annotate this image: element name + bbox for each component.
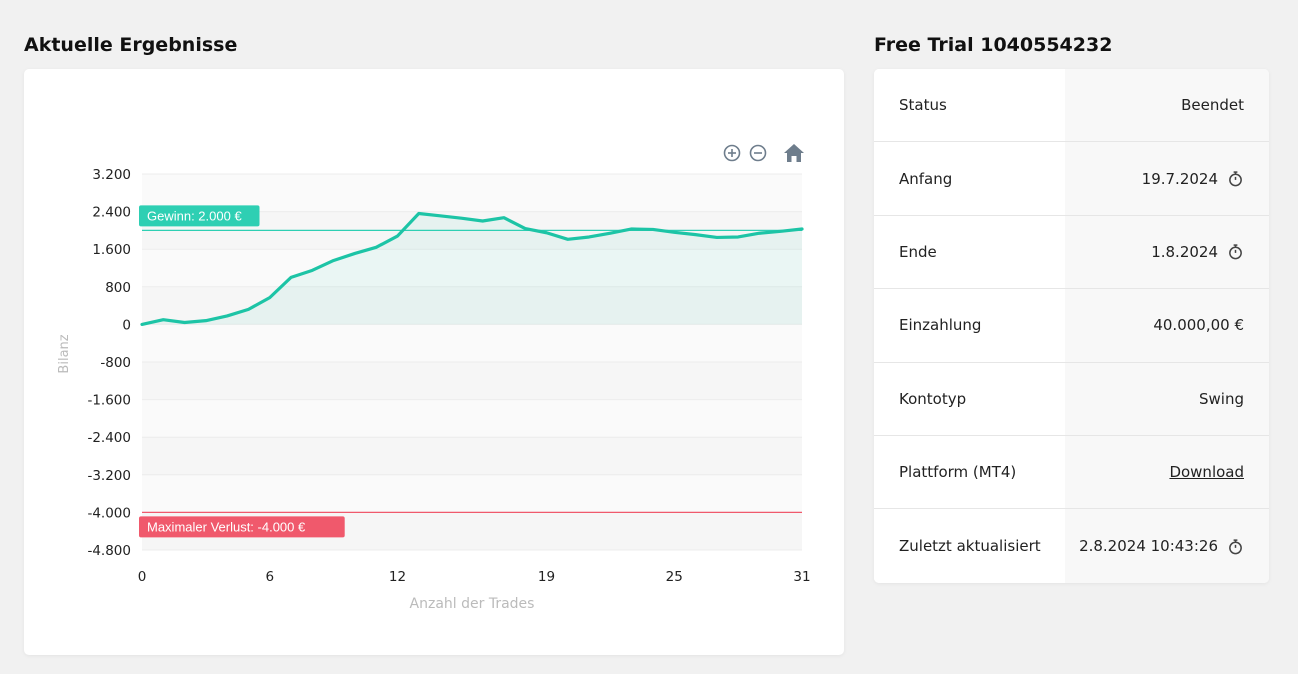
account-title: Free Trial 1040554232 [874,34,1113,56]
info-label-kontotyp: Kontotyp [874,362,1065,435]
annotation-label: Maximaler Verlust: -4.000 € [147,519,306,534]
info-label-status: Status [874,69,1065,142]
info-value-cell: Beendet [1065,69,1269,142]
info-row: Einzahlung 40.000,00 € [874,289,1269,363]
balance-chart: 3.200 2.400 1.600 800 0 -800 -1.600 -2.400 -3.20… [57,167,811,612]
data-point [140,323,143,326]
y-tick-label: -2.400 [87,430,131,446]
data-point [332,259,335,262]
data-point [396,234,399,237]
info-value-zuletzt-aktualisiert: 2.8.2024 10:43:26 [1079,537,1218,556]
y-tick-label: 0 [122,317,131,333]
info-label-zuletzt-aktualisiert: Zuletzt aktualisiert [874,509,1065,583]
data-point [375,246,378,249]
timer-icon [1229,171,1242,187]
data-point [800,227,803,230]
data-point [715,236,718,239]
x-tick-label: 6 [265,569,274,585]
data-point [353,252,356,255]
y-tick-label: -800 [100,355,131,371]
data-point [268,296,271,299]
account-info-table: Status Beendet Anfang 19.7.2024 Ende 1.8.2024… [874,69,1269,583]
info-value-kontotyp: Swing [1199,389,1244,408]
data-point [630,227,633,230]
info-label-ende: Ende [874,215,1065,289]
info-label-anfang: Anfang [874,142,1065,215]
data-point [438,214,441,217]
zoom-in-icon[interactable] [722,143,742,163]
plot-band [142,362,802,400]
info-row: Ende 1.8.2024 [874,215,1269,290]
zoom-out-icon[interactable] [748,143,768,163]
data-point [566,238,569,241]
data-point [247,308,250,311]
timer-icon [1229,538,1242,554]
y-tick-label: -1.600 [87,393,131,409]
chart-toolbar [722,142,806,164]
data-point [779,230,782,233]
data-point [481,219,484,222]
data-point [162,318,165,321]
y-tick-label: 800 [105,280,131,296]
x-tick-label: 19 [538,569,555,585]
y-tick-label: -4.000 [87,505,131,521]
info-value-cell: 2.8.2024 10:43:26 [1065,509,1269,583]
plot-band [142,474,802,513]
data-point [651,228,654,231]
data-point [417,212,420,215]
data-point [737,235,740,238]
y-tick-label: 1.600 [92,242,131,258]
info-row: Plattform (MT4) Download [874,435,1269,510]
data-point [502,216,505,219]
info-value-status: Beendet [1181,96,1244,115]
info-value-anfang: 19.7.2024 [1141,169,1218,188]
y-tick-label: -4.800 [87,543,131,559]
info-row: Zuletzt aktualisiert 2.8.2024 10:43:26 [874,509,1269,583]
data-point [673,231,676,234]
data-point [311,269,314,272]
data-point [204,319,207,322]
data-point [524,227,527,230]
info-value-ende: 1.8.2024 [1151,242,1218,261]
x-tick-label: 0 [138,569,147,585]
x-tick-label: 12 [389,569,406,585]
data-point [545,231,548,234]
data-point [226,314,229,317]
info-value-cell: 1.8.2024 [1065,215,1269,289]
x-tick-label: 31 [793,569,810,585]
data-point [183,321,186,324]
plot-band [142,399,802,438]
x-axis-label: Anzahl der Trades [410,596,535,612]
info-value-cell: 19.7.2024 [1065,142,1269,215]
info-row: Kontotyp Swing [874,362,1269,436]
data-point [460,217,463,220]
results-title: Aktuelle Ergebnisse [24,34,238,56]
data-point [758,232,761,235]
data-point [609,232,612,235]
timer-icon [1229,244,1242,260]
home-icon[interactable] [782,143,806,163]
y-tick-label: 2.400 [92,205,131,221]
y-axis-label: Bilanz [57,334,72,373]
y-tick-label: 3.200 [92,167,131,183]
info-value-cell: Download [1065,435,1269,509]
data-point [694,233,697,236]
data-point [289,276,292,279]
info-row: Anfang 19.7.2024 [874,142,1269,216]
info-row: Status Beendet [874,69,1269,143]
info-label-plattform-mt4: Plattform (MT4) [874,435,1065,509]
chart-card: 3.200 2.400 1.600 800 0 -800 -1.600 -2.400 -3.20… [24,69,844,655]
y-tick-label: -3.200 [87,468,131,484]
info-value-cell: Swing [1065,362,1269,435]
info-label-einzahlung: Einzahlung [874,289,1065,362]
info-value-einzahlung: 40.000,00 € [1153,316,1244,335]
plot-band [142,437,802,475]
annotation-label: Gewinn: 2.000 € [147,208,242,223]
x-tick-label: 25 [666,569,683,585]
data-point [587,235,590,238]
download-link[interactable]: Download [1169,463,1244,481]
info-value-cell: 40.000,00 € [1065,289,1269,362]
plot-band [142,324,802,362]
